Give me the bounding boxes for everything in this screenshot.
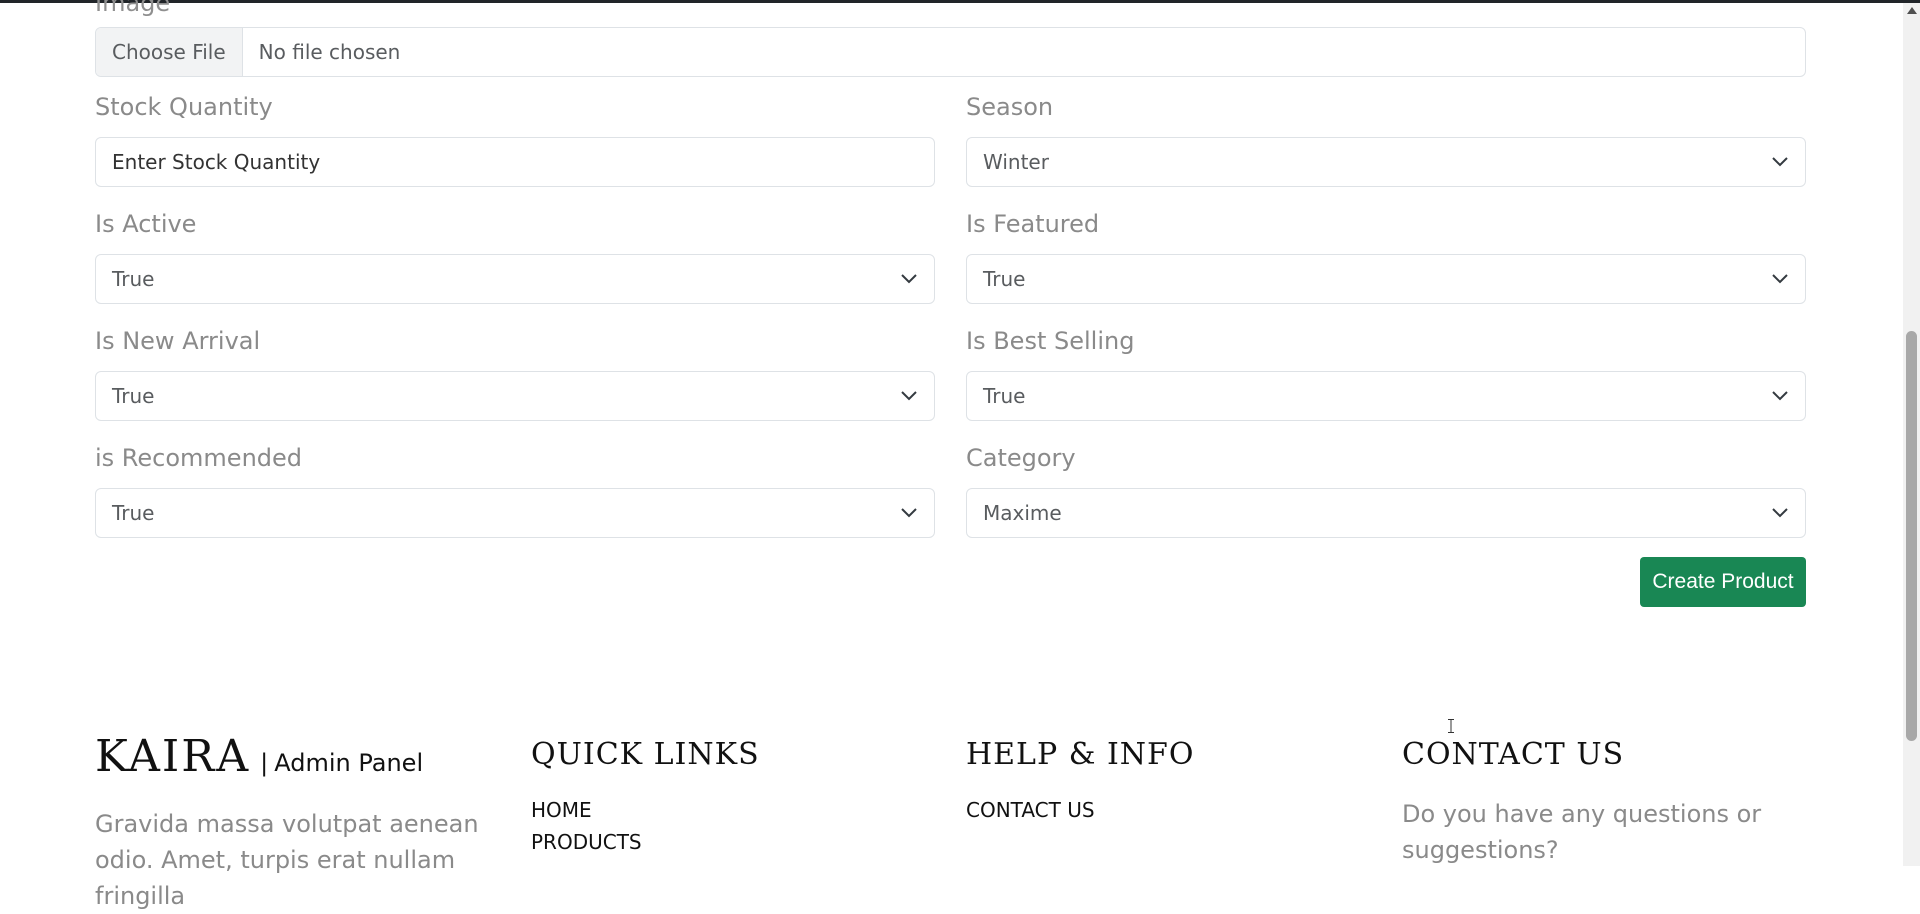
admin-panel-label: Admin Panel bbox=[274, 749, 424, 777]
is-new-arrival-select[interactable]: True bbox=[95, 371, 935, 421]
footer-quick-links: QUICK LINKS HOME PRODUCTS bbox=[531, 731, 760, 858]
chevron-down-icon bbox=[1771, 387, 1789, 405]
is-active-value: True bbox=[112, 267, 155, 291]
help-info-heading: HELP & INFO bbox=[966, 737, 1195, 772]
is-active-select[interactable]: True bbox=[95, 254, 935, 304]
is-recommended-field: is Recommended True bbox=[95, 440, 935, 538]
is-active-field: Is Active True bbox=[95, 206, 935, 304]
is-best-selling-select[interactable]: True bbox=[966, 371, 1806, 421]
category-value: Maxime bbox=[983, 501, 1062, 525]
file-status-text: No file chosen bbox=[258, 40, 401, 64]
category-label: Category bbox=[966, 444, 1076, 472]
choose-file-button[interactable]: Choose File bbox=[96, 28, 243, 76]
footer-brand: KAIRA | Admin Panel Gravida massa volutp… bbox=[95, 731, 515, 914]
chevron-down-icon bbox=[1771, 153, 1789, 171]
chevron-down-icon bbox=[1771, 504, 1789, 522]
is-recommended-label: is Recommended bbox=[95, 444, 303, 472]
is-featured-value: True bbox=[983, 267, 1026, 291]
season-select[interactable]: Winter bbox=[966, 137, 1806, 187]
is-recommended-select[interactable]: True bbox=[95, 488, 935, 538]
is-featured-field: Is Featured True bbox=[966, 206, 1806, 304]
stock-quantity-label: Stock Quantity bbox=[95, 93, 273, 121]
chevron-down-icon bbox=[900, 504, 918, 522]
footer-contact: CONTACT US Do you have any questions or … bbox=[1402, 731, 1802, 868]
scrollbar-thumb[interactable] bbox=[1906, 331, 1917, 741]
footer-help-info: HELP & INFO CONTACT US bbox=[966, 731, 1194, 826]
is-best-selling-label: Is Best Selling bbox=[966, 327, 1135, 355]
chevron-down-icon bbox=[1771, 270, 1789, 288]
vertical-scrollbar[interactable] bbox=[1903, 3, 1920, 866]
kaira-logo: KAIRA bbox=[95, 731, 251, 782]
is-featured-label: Is Featured bbox=[966, 210, 1100, 238]
season-label: Season bbox=[966, 93, 1054, 121]
is-best-selling-field: Is Best Selling True bbox=[966, 323, 1806, 421]
chevron-down-icon bbox=[900, 270, 918, 288]
image-label: Image bbox=[95, 0, 171, 17]
category-field: Category Maxime bbox=[966, 440, 1806, 538]
is-new-arrival-label: Is New Arrival bbox=[95, 327, 261, 355]
footer-link-products[interactable]: PRODUCTS bbox=[531, 826, 760, 858]
is-featured-select[interactable]: True bbox=[966, 254, 1806, 304]
footer-link-contact-us[interactable]: CONTACT US bbox=[966, 794, 1194, 826]
is-new-arrival-value: True bbox=[112, 384, 155, 408]
quick-links-heading: QUICK LINKS bbox=[531, 737, 760, 772]
page: Image Choose File No file chosen Stock Q… bbox=[0, 0, 1903, 910]
is-new-arrival-field: Is New Arrival True bbox=[95, 323, 935, 421]
logo-separator: | bbox=[260, 749, 269, 777]
footer-link-home[interactable]: HOME bbox=[531, 794, 760, 826]
create-product-button[interactable]: Create Product bbox=[1640, 557, 1806, 607]
footer-logo[interactable]: KAIRA | Admin Panel bbox=[95, 731, 515, 782]
scroll-up-arrow-icon[interactable] bbox=[1907, 7, 1917, 14]
image-file-input[interactable]: Choose File No file chosen bbox=[95, 27, 1806, 77]
is-best-selling-value: True bbox=[983, 384, 1026, 408]
footer-description: Gravida massa volutpat aenean odio. Amet… bbox=[95, 810, 479, 910]
is-recommended-value: True bbox=[112, 501, 155, 525]
season-field: Season Winter bbox=[966, 89, 1806, 187]
contact-text: Do you have any questions or suggestions… bbox=[1402, 800, 1762, 864]
chevron-down-icon bbox=[900, 387, 918, 405]
stock-quantity-placeholder: Enter Stock Quantity bbox=[112, 150, 321, 174]
stock-quantity-input[interactable]: Enter Stock Quantity bbox=[95, 137, 935, 187]
is-active-label: Is Active bbox=[95, 210, 197, 238]
contact-us-heading: CONTACT US bbox=[1402, 737, 1625, 772]
stock-quantity-field: Stock Quantity Enter Stock Quantity bbox=[95, 89, 935, 187]
category-select[interactable]: Maxime bbox=[966, 488, 1806, 538]
text-cursor-icon bbox=[1448, 719, 1454, 733]
season-value: Winter bbox=[983, 150, 1049, 174]
